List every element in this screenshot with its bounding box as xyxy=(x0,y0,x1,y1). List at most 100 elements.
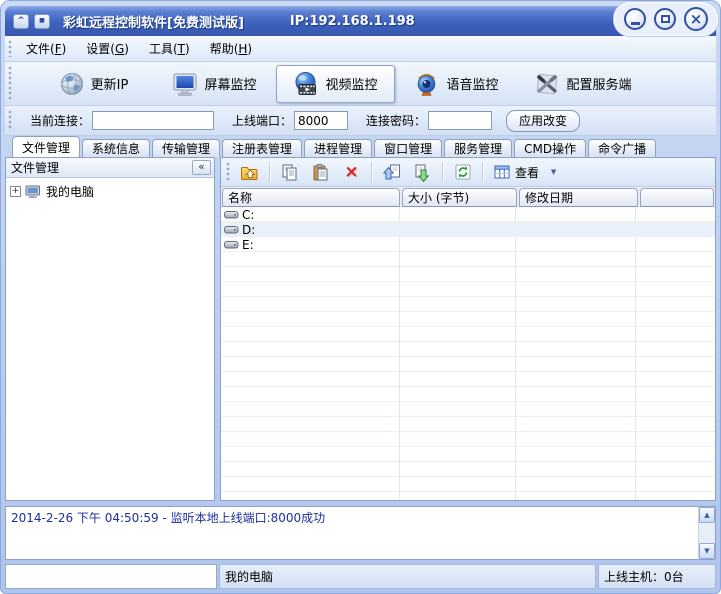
tab-service-management[interactable]: 服务管理 xyxy=(444,139,513,157)
video-monitor-button[interactable]: 视频监控 xyxy=(276,64,395,103)
toolbar-separator xyxy=(482,162,483,182)
scroll-down-button[interactable]: ▼ xyxy=(699,543,715,559)
tab-registry-management[interactable]: 注册表管理 xyxy=(222,139,303,157)
monitor-icon xyxy=(173,73,197,96)
screen-monitor-button[interactable]: 屏幕监控 xyxy=(155,65,274,103)
delete-button[interactable]: × xyxy=(338,160,365,184)
file-tree: + 我的电脑 xyxy=(6,178,214,500)
status-bar: 我的电脑 上线主机：0台 xyxy=(5,564,716,589)
tray-button[interactable]: ■ xyxy=(34,13,50,29)
maximize-icon xyxy=(660,15,670,23)
copy-button[interactable] xyxy=(276,160,303,184)
server-config-icon xyxy=(537,73,558,94)
download-icon xyxy=(415,164,429,182)
menu-tools[interactable]: 工具(T) xyxy=(139,37,200,60)
copy-icon xyxy=(282,164,297,180)
apply-changes-button[interactable]: 应用改变 xyxy=(506,109,581,132)
view-dropdown-button[interactable]: ▼ xyxy=(546,160,561,184)
connection-bar: 当前连接： 上线端口： 连接密码： 应用改变 xyxy=(5,106,716,136)
tree-panel-title: 文件管理 xyxy=(11,161,60,175)
title-bar[interactable]: ^ ■ 彩虹远程控制软件[免费测试版] IP:192.168.1.198 × xyxy=(5,2,718,36)
refresh-button[interactable] xyxy=(449,160,476,184)
drive-label: D: xyxy=(242,222,256,237)
main-toolbar: 更新IP 屏幕监控 视频监控 语音监控 配置服务端 xyxy=(5,62,716,106)
tree-panel-header: 文件管理 « xyxy=(6,158,214,178)
menu-file[interactable]: 文件(F) xyxy=(16,37,76,60)
close-button[interactable]: × xyxy=(684,7,708,31)
table-row-drive-e[interactable]: E: xyxy=(221,237,715,252)
download-button[interactable] xyxy=(409,160,436,184)
drive-icon xyxy=(224,226,239,234)
update-ip-button[interactable]: 更新IP xyxy=(34,65,153,103)
refresh-icon xyxy=(455,164,470,180)
tab-file-management[interactable]: 文件管理 xyxy=(12,136,81,157)
column-header-name[interactable]: 名称 xyxy=(222,188,400,207)
tree-expander[interactable]: + xyxy=(10,186,21,197)
tab-strip: 文件管理 系统信息 传输管理 注册表管理 进程管理 窗口管理 服务管理 CMD操… xyxy=(5,136,716,157)
column-header-date[interactable]: 修改日期 xyxy=(519,188,638,207)
button-label: 视频监控 xyxy=(325,78,378,93)
tab-cmd-operation[interactable]: CMD操作 xyxy=(514,139,587,157)
log-scrollbar[interactable]: ▲ ▼ xyxy=(698,507,715,559)
scroll-up-button[interactable]: ▲ xyxy=(699,507,715,523)
toolbar-grip xyxy=(226,162,231,182)
toolbar-separator xyxy=(269,162,270,182)
tab-system-info[interactable]: 系统信息 xyxy=(82,139,151,157)
table-row-drive-c[interactable]: C: xyxy=(221,207,715,222)
scroll-up-icon: ▲ xyxy=(704,511,710,519)
paste-icon xyxy=(313,163,328,180)
file-table-body: C: D: E: xyxy=(221,207,715,500)
minimize-button[interactable] xyxy=(624,8,646,30)
drive-label: C: xyxy=(242,207,255,222)
menu-help[interactable]: 帮助(H) xyxy=(200,37,262,60)
tree-item-my-computer[interactable]: + 我的电脑 xyxy=(10,183,210,200)
online-port-input[interactable] xyxy=(294,111,349,130)
column-header-extra[interactable] xyxy=(640,188,714,207)
drive-label: E: xyxy=(242,237,254,252)
toolbar-grip xyxy=(8,66,13,101)
button-label: 语音监控 xyxy=(446,78,499,93)
log-entry: 2014-2-26 下午 04:50:59 - 监听本地上线端口:8000成功 xyxy=(11,511,326,525)
view-label: 查看 xyxy=(515,165,540,180)
rollup-icon: ^ xyxy=(17,15,25,26)
rollup-button[interactable]: ^ xyxy=(13,13,29,29)
current-connection-label: 当前连接： xyxy=(30,114,91,128)
paste-button[interactable] xyxy=(307,160,334,184)
view-button[interactable]: 查看 xyxy=(487,160,546,184)
toolbar-separator xyxy=(442,162,443,182)
toolbar-grip xyxy=(8,110,13,131)
file-list-panel: × 查看 ▼ 名称 大小 (字节) 修改日期 C: D: E: xyxy=(220,157,716,501)
connection-password-label: 连接密码： xyxy=(366,114,427,128)
scroll-down-icon: ▼ xyxy=(704,547,710,555)
view-grid-icon xyxy=(494,165,510,179)
tree-item-label: 我的电脑 xyxy=(46,185,95,199)
tab-process-management[interactable]: 进程管理 xyxy=(304,139,373,157)
tab-window-management[interactable]: 窗口管理 xyxy=(374,139,443,157)
button-label: 更新IP xyxy=(90,78,129,93)
maximize-button[interactable] xyxy=(654,8,676,30)
tab-transfer-management[interactable]: 传输管理 xyxy=(152,139,221,157)
computer-icon xyxy=(25,185,40,198)
tray-icon: ■ xyxy=(39,17,45,24)
minimize-icon xyxy=(630,22,640,25)
table-row-drive-d[interactable]: D: xyxy=(221,222,715,237)
button-label: 屏幕监控 xyxy=(204,78,257,93)
tab-command-broadcast[interactable]: 命令广播 xyxy=(588,139,657,157)
menu-bar: 文件(F) 设置(G) 工具(T) 帮助(H) xyxy=(5,36,716,62)
app-window: ^ ■ 彩虹远程控制软件[免费测试版] IP:192.168.1.198 × 文… xyxy=(0,0,721,594)
menu-settings[interactable]: 设置(G) xyxy=(76,37,139,60)
upload-button[interactable] xyxy=(378,160,405,184)
close-icon: × xyxy=(689,10,703,28)
column-header-size[interactable]: 大小 (字节) xyxy=(402,188,517,207)
collapse-panel-button[interactable]: « xyxy=(192,160,211,175)
file-table-header: 名称 大小 (字节) 修改日期 xyxy=(221,187,715,207)
folder-up-button[interactable] xyxy=(236,160,263,184)
video-icon xyxy=(295,71,317,95)
voice-monitor-button[interactable]: 语音监控 xyxy=(397,65,516,103)
current-connection-input[interactable] xyxy=(92,111,215,130)
connection-password-input[interactable] xyxy=(428,111,493,130)
online-port-label: 上线端口： xyxy=(232,114,293,128)
configure-server-button[interactable]: 配置服务端 xyxy=(518,65,648,103)
button-label: 配置服务端 xyxy=(566,78,632,93)
upload-icon xyxy=(382,164,400,179)
